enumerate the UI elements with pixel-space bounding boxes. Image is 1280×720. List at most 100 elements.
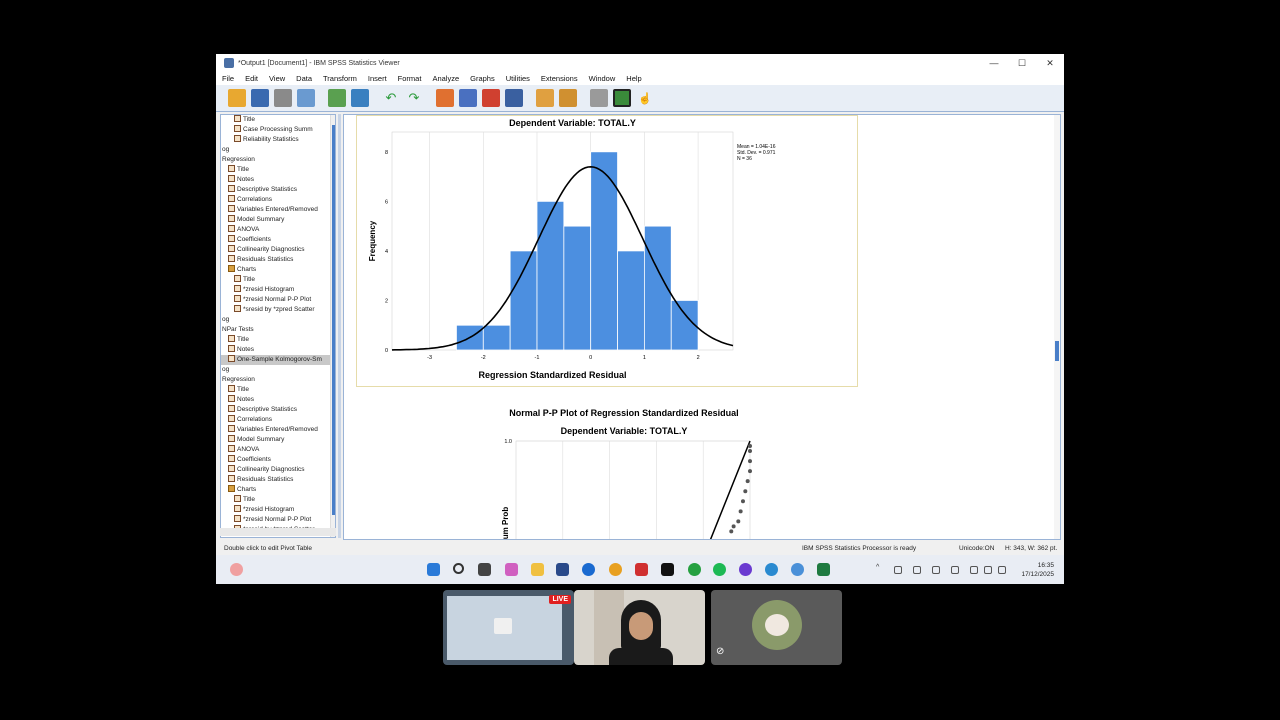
outline-item[interactable]: Variables Entered/Removed bbox=[221, 425, 335, 435]
menu-format[interactable]: Format bbox=[398, 74, 422, 83]
outline-item[interactable]: *zresid Histogram bbox=[221, 285, 335, 295]
participant-avatar-tile[interactable]: ⊘ bbox=[711, 590, 842, 665]
outline-item[interactable]: Coefficients bbox=[221, 235, 335, 245]
tray-app-icon[interactable] bbox=[894, 566, 902, 574]
menu-file[interactable]: File bbox=[222, 74, 234, 83]
menu-view[interactable]: View bbox=[269, 74, 285, 83]
netflix-icon[interactable] bbox=[661, 563, 674, 576]
undo-icon[interactable]: ↶ bbox=[382, 89, 400, 107]
outline-item[interactable]: Title bbox=[221, 385, 335, 395]
excel-icon[interactable] bbox=[817, 563, 830, 576]
office-icon[interactable] bbox=[635, 563, 648, 576]
export-icon[interactable] bbox=[328, 89, 346, 107]
spotify-icon[interactable] bbox=[713, 563, 726, 576]
outline-item[interactable]: og bbox=[221, 145, 335, 155]
hp-icon[interactable] bbox=[582, 563, 595, 576]
screen-share-tile[interactable]: LIVE bbox=[443, 590, 574, 665]
outline-item[interactable]: Title bbox=[221, 165, 335, 175]
outline-item[interactable]: og bbox=[221, 315, 335, 325]
menu-edit[interactable]: Edit bbox=[245, 74, 258, 83]
outline-item[interactable]: Notes bbox=[221, 175, 335, 185]
messenger-icon[interactable] bbox=[739, 563, 752, 576]
recall-dialog-icon[interactable] bbox=[351, 89, 369, 107]
edge-icon[interactable] bbox=[765, 563, 778, 576]
tray-location-icon[interactable] bbox=[951, 566, 959, 574]
outline-item[interactable]: Case Processing Summ bbox=[221, 125, 335, 135]
open-icon[interactable] bbox=[228, 89, 246, 107]
goto-case-icon[interactable] bbox=[459, 89, 477, 107]
pane-splitter[interactable] bbox=[338, 114, 341, 538]
outline-item[interactable]: Descriptive Statistics bbox=[221, 405, 335, 415]
participant-video-tile[interactable] bbox=[574, 590, 705, 665]
menu-analyze[interactable]: Analyze bbox=[432, 74, 459, 83]
outline-vertical-scrollbar[interactable] bbox=[330, 115, 335, 537]
save-icon[interactable] bbox=[251, 89, 269, 107]
outline-item[interactable]: Collinearity Diagnostics bbox=[221, 245, 335, 255]
show-icon[interactable] bbox=[613, 89, 631, 107]
outline-item[interactable]: Residuals Statistics bbox=[221, 255, 335, 265]
file-explorer-icon[interactable] bbox=[531, 563, 544, 576]
spss-taskbar-icon[interactable] bbox=[556, 563, 569, 576]
volume-icon[interactable] bbox=[984, 566, 992, 574]
menu-window[interactable]: Window bbox=[589, 74, 616, 83]
copilot-icon[interactable] bbox=[505, 563, 518, 576]
outline-item[interactable]: One-Sample Kolmogorov-Sm bbox=[221, 355, 335, 365]
tray-microphone-icon[interactable] bbox=[932, 566, 940, 574]
designate-window-icon[interactable] bbox=[536, 89, 554, 107]
outline-item[interactable]: Regression bbox=[221, 375, 335, 385]
outline-item[interactable]: Model Summary bbox=[221, 215, 335, 225]
menu-data[interactable]: Data bbox=[296, 74, 312, 83]
menu-transform[interactable]: Transform bbox=[323, 74, 357, 83]
outline-item[interactable]: Residuals Statistics bbox=[221, 475, 335, 485]
menu-help[interactable]: Help bbox=[626, 74, 641, 83]
print-icon[interactable] bbox=[274, 89, 292, 107]
redo-icon[interactable]: ↷ bbox=[405, 89, 423, 107]
normal-pp-plot[interactable]: Normal P-P Plot of Regression Standardiz… bbox=[474, 405, 874, 540]
outline-item[interactable]: *zresid Histogram bbox=[221, 505, 335, 515]
insert-output-icon[interactable] bbox=[482, 89, 500, 107]
tray-network-off-icon[interactable] bbox=[913, 566, 921, 574]
hide-icon[interactable] bbox=[590, 89, 608, 107]
variables-icon[interactable] bbox=[505, 89, 523, 107]
output-pane[interactable]: Dependent Variable: TOTAL.Y -3 -2 -1 0 1 2 0 2 4 6… bbox=[343, 114, 1061, 540]
maximize-button[interactable]: ☐ bbox=[1008, 54, 1036, 72]
output-vertical-scrollbar[interactable] bbox=[1054, 115, 1060, 539]
outline-horizontal-scrollbar[interactable] bbox=[220, 528, 336, 536]
edit-pivot-icon[interactable] bbox=[559, 89, 577, 107]
menu-extensions[interactable]: Extensions bbox=[541, 74, 578, 83]
outline-item[interactable]: NPar Tests bbox=[221, 325, 335, 335]
outline-item[interactable]: Coefficients bbox=[221, 455, 335, 465]
search-icon[interactable] bbox=[453, 563, 464, 574]
menu-graphs[interactable]: Graphs bbox=[470, 74, 495, 83]
outline-item[interactable]: ANOVA bbox=[221, 445, 335, 455]
task-view-icon[interactable] bbox=[478, 563, 491, 576]
outline-item[interactable]: Descriptive Statistics bbox=[221, 185, 335, 195]
outline-item[interactable]: *zresid Normal P-P Plot bbox=[221, 515, 335, 525]
battery-icon[interactable] bbox=[998, 566, 1006, 574]
outline-item[interactable]: Title bbox=[221, 115, 335, 125]
outline-item[interactable]: Charts bbox=[221, 265, 335, 275]
start-icon[interactable] bbox=[427, 563, 440, 576]
outline-item[interactable]: Collinearity Diagnostics bbox=[221, 465, 335, 475]
chrome-icon[interactable] bbox=[791, 563, 804, 576]
outline-item[interactable]: Regression bbox=[221, 155, 335, 165]
browser-icon[interactable] bbox=[609, 563, 622, 576]
outline-pane[interactable]: Title Case Processing Summ Reliability Sta… bbox=[220, 114, 336, 538]
tray-chevron-icon[interactable]: ^ bbox=[876, 564, 884, 572]
menu-insert[interactable]: Insert bbox=[368, 74, 387, 83]
outline-item[interactable]: Title bbox=[221, 335, 335, 345]
outline-item[interactable]: ANOVA bbox=[221, 225, 335, 235]
weather-icon[interactable] bbox=[230, 563, 243, 576]
close-button[interactable]: ✕ bbox=[1036, 54, 1064, 72]
outline-item[interactable]: og bbox=[221, 365, 335, 375]
outline-item[interactable]: Charts bbox=[221, 485, 335, 495]
menu-utilities[interactable]: Utilities bbox=[506, 74, 530, 83]
whatsapp-icon[interactable] bbox=[688, 563, 701, 576]
outline-item[interactable]: Title bbox=[221, 495, 335, 505]
outline-item[interactable]: Correlations bbox=[221, 195, 335, 205]
outline-item[interactable]: Notes bbox=[221, 345, 335, 355]
outline-item[interactable]: Model Summary bbox=[221, 435, 335, 445]
goto-data-icon[interactable] bbox=[436, 89, 454, 107]
outline-item[interactable]: Correlations bbox=[221, 415, 335, 425]
wifi-icon[interactable] bbox=[970, 566, 978, 574]
